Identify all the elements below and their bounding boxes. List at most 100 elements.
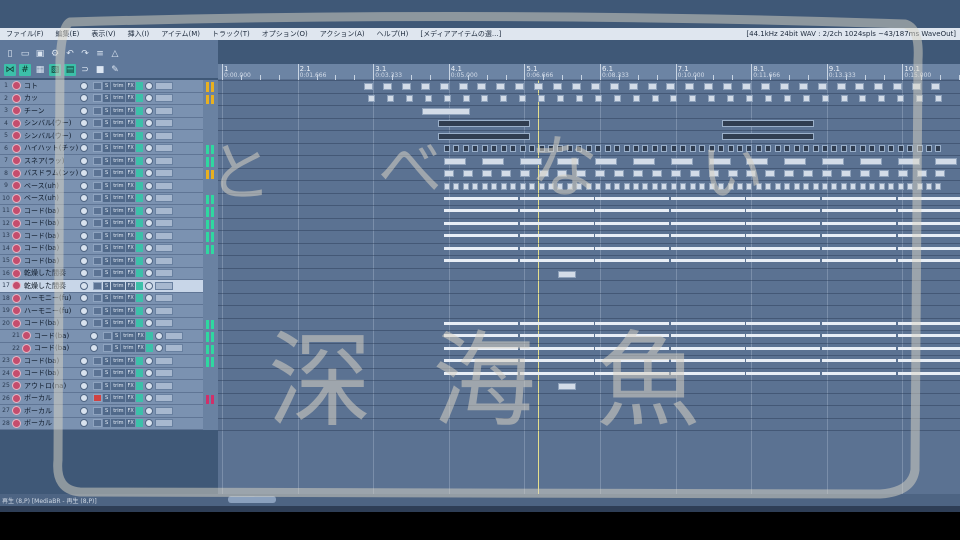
media-item[interactable]: [746, 234, 821, 237]
phase-icon[interactable]: [144, 169, 153, 178]
media-item[interactable]: [670, 196, 745, 200]
fx-button[interactable]: FX: [126, 219, 135, 228]
media-item[interactable]: [812, 182, 819, 190]
media-item[interactable]: [765, 145, 772, 152]
trim-button[interactable]: trim: [111, 169, 126, 178]
media-item[interactable]: [595, 321, 670, 325]
media-item[interactable]: [557, 95, 564, 102]
mute-button[interactable]: [93, 419, 102, 428]
media-item[interactable]: [822, 359, 896, 362]
mute-button[interactable]: [93, 219, 102, 228]
media-item[interactable]: [595, 182, 602, 190]
media-item[interactable]: [500, 182, 507, 190]
solo-button[interactable]: S: [103, 181, 111, 190]
phase-icon[interactable]: [144, 144, 153, 153]
mute-button[interactable]: [93, 269, 102, 278]
phase-icon[interactable]: [144, 394, 153, 403]
envelope-button[interactable]: [154, 306, 173, 315]
media-item[interactable]: [916, 95, 924, 102]
solo-button[interactable]: S: [113, 331, 121, 340]
track-row[interactable]: 23 コード(ba) Strim FX: [0, 355, 203, 368]
media-item[interactable]: [472, 182, 479, 190]
media-item[interactable]: [604, 182, 611, 190]
media-item[interactable]: [916, 145, 923, 152]
media-item[interactable]: [822, 182, 828, 190]
trim-button[interactable]: trim: [111, 144, 126, 153]
track-row[interactable]: 22 コード(ba) Strim FX: [0, 343, 203, 355]
media-item[interactable]: [897, 182, 904, 190]
fx-enable-icon[interactable]: [135, 206, 143, 215]
media-item[interactable]: [491, 145, 498, 152]
fx-button[interactable]: FX: [126, 319, 135, 328]
phase-icon[interactable]: [144, 244, 153, 253]
volume-knob[interactable]: [80, 219, 88, 228]
media-item[interactable]: [774, 182, 781, 190]
volume-knob[interactable]: [80, 119, 88, 128]
envelope-button[interactable]: [154, 144, 173, 153]
media-item[interactable]: [566, 145, 573, 152]
volume-knob[interactable]: [80, 131, 88, 140]
media-item[interactable]: [519, 371, 594, 375]
track-row[interactable]: 6 ハイハット(チッ) Strim FX: [0, 143, 203, 155]
envelope-button[interactable]: [154, 256, 173, 265]
media-item[interactable]: [746, 334, 821, 337]
track-name[interactable]: ハーモニー(fu): [24, 293, 80, 303]
envelope-button[interactable]: [154, 119, 173, 128]
media-item[interactable]: [708, 145, 715, 152]
media-item[interactable]: [453, 145, 460, 152]
track-name[interactable]: コード(ba): [24, 318, 80, 328]
media-item[interactable]: [651, 95, 659, 102]
track-row[interactable]: 28 ボーカル Strim FX: [0, 418, 203, 430]
volume-knob[interactable]: [80, 281, 88, 290]
mute-button[interactable]: [93, 294, 102, 303]
media-item[interactable]: [822, 234, 896, 237]
media-item[interactable]: [755, 145, 762, 152]
phase-icon[interactable]: [154, 344, 163, 353]
media-item[interactable]: [803, 170, 814, 177]
mute-button[interactable]: [93, 144, 102, 153]
media-item[interactable]: [708, 170, 719, 177]
fx-button[interactable]: FX: [126, 369, 135, 378]
media-item[interactable]: [746, 196, 821, 200]
media-item[interactable]: [670, 246, 745, 250]
media-item[interactable]: [821, 95, 829, 102]
mute-button[interactable]: [93, 369, 102, 378]
media-item[interactable]: [576, 182, 583, 190]
media-item[interactable]: [604, 145, 611, 152]
record-arm-icon[interactable]: [12, 281, 21, 291]
trim-button[interactable]: trim: [111, 81, 126, 90]
phase-icon[interactable]: [144, 156, 153, 165]
media-item[interactable]: [727, 182, 734, 190]
media-item[interactable]: [699, 182, 706, 190]
media-item[interactable]: [534, 82, 544, 90]
media-item[interactable]: [519, 346, 594, 350]
media-item[interactable]: [510, 145, 517, 152]
menu-item-8[interactable]: ヘルプ(H): [371, 29, 415, 39]
media-item[interactable]: [553, 82, 562, 90]
envelope-button[interactable]: [154, 94, 173, 103]
phase-icon[interactable]: [144, 119, 153, 128]
envelope-button[interactable]: [154, 244, 173, 253]
media-item[interactable]: [623, 182, 630, 190]
media-item[interactable]: [576, 170, 587, 177]
volume-knob[interactable]: [80, 394, 88, 403]
media-item[interactable]: [595, 371, 670, 375]
media-item[interactable]: [746, 221, 821, 225]
solo-button[interactable]: S: [103, 419, 111, 428]
locked-icon[interactable]: ■: [94, 64, 106, 76]
phase-icon[interactable]: [144, 369, 153, 378]
solo-button[interactable]: S: [103, 194, 111, 203]
media-item[interactable]: [746, 145, 753, 152]
media-item[interactable]: [628, 82, 638, 90]
mute-button[interactable]: [93, 94, 102, 103]
media-item[interactable]: [547, 182, 554, 190]
fx-enable-icon[interactable]: [135, 419, 143, 428]
media-item[interactable]: [420, 82, 430, 90]
media-item[interactable]: [519, 95, 527, 102]
media-item[interactable]: [382, 82, 392, 90]
media-item[interactable]: [859, 145, 866, 152]
media-item[interactable]: [670, 182, 677, 190]
media-item[interactable]: [633, 182, 639, 190]
media-item[interactable]: [822, 157, 844, 165]
media-item[interactable]: [859, 182, 866, 190]
